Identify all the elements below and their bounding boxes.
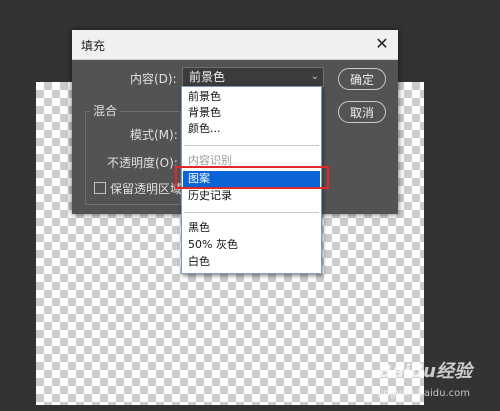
blend-group-title: 混合: [90, 102, 121, 119]
content-label: 内容(D):: [130, 72, 177, 86]
option-foreground-color[interactable]: 前景色: [183, 89, 320, 105]
watermark-logo: Baidu经验: [378, 361, 472, 382]
preserve-transparency-checkbox[interactable]: [94, 182, 106, 194]
annotation-highlight-box: [175, 166, 329, 189]
option-black[interactable]: 黑色: [183, 220, 320, 236]
ok-button[interactable]: 确定: [338, 68, 386, 90]
content-select-value: 前景色: [189, 70, 226, 84]
cancel-button[interactable]: 取消: [338, 101, 386, 123]
content-select[interactable]: 前景色 ⌄: [182, 67, 324, 87]
preserve-transparency-label: 保留透明区域: [110, 182, 183, 196]
separator: [184, 212, 319, 213]
chevron-down-icon: ⌄: [310, 71, 319, 82]
mode-label: 模式(M):: [130, 128, 178, 142]
option-color[interactable]: 颜色...: [183, 121, 320, 137]
option-50-gray[interactable]: 50% 灰色: [183, 237, 320, 253]
option-background-color[interactable]: 背景色: [183, 105, 320, 121]
option-history[interactable]: 历史记录: [183, 188, 320, 204]
watermark-url: jingyan.baidu.com: [377, 388, 470, 399]
close-icon[interactable]: ✕: [372, 34, 392, 54]
dialog-titlebar: 填充 ✕: [72, 30, 398, 60]
separator: [184, 145, 319, 146]
opacity-label: 不透明度(O):: [107, 156, 178, 170]
dialog-title: 填充: [81, 39, 106, 53]
option-white[interactable]: 白色: [183, 254, 320, 270]
